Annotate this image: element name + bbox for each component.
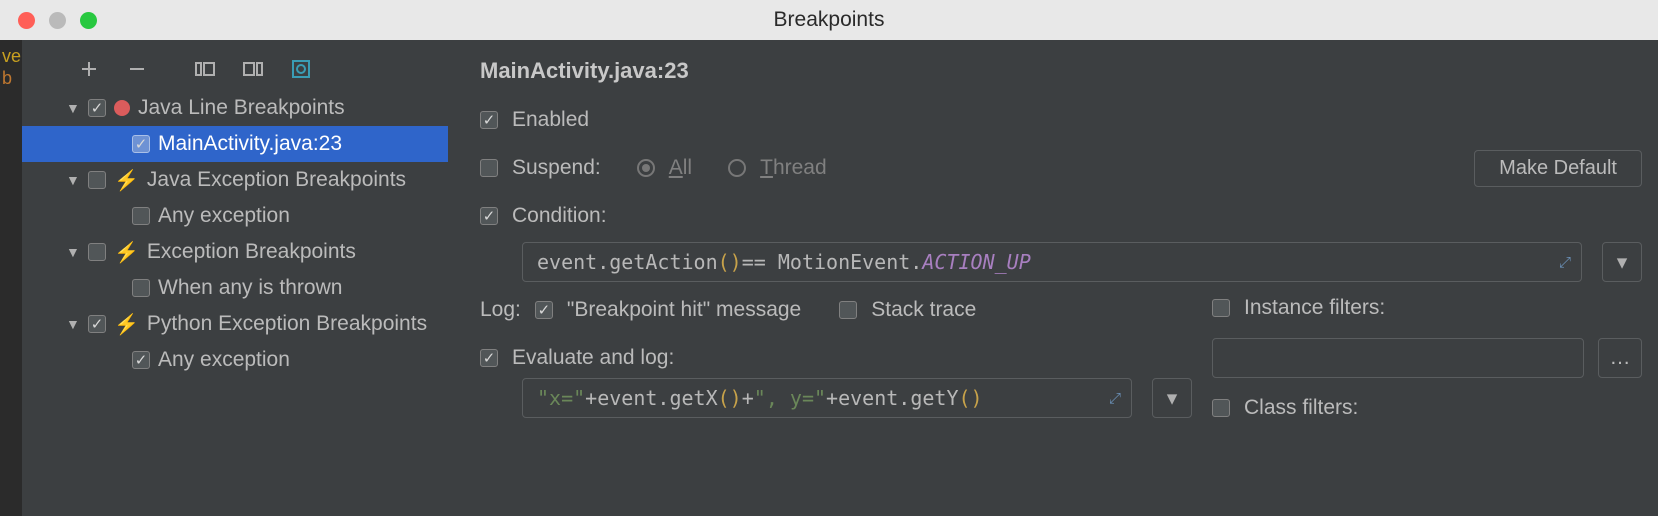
- tree-group-label: Java Line Breakpoints: [138, 96, 345, 120]
- add-icon[interactable]: [78, 58, 100, 80]
- stack-trace-checkbox[interactable]: [839, 301, 857, 319]
- suspend-checkbox[interactable]: [480, 159, 498, 177]
- suspend-label: Suspend:: [512, 156, 601, 180]
- breakpoint-dot-icon: [114, 100, 130, 116]
- suspend-thread-label: Thread: [760, 156, 827, 180]
- chevron-down-icon[interactable]: ▼: [66, 316, 80, 332]
- condition-block: Condition: event.getAction() == MotionEv…: [480, 196, 1642, 282]
- exception-icon: ⚡: [114, 168, 139, 193]
- zoom-icon[interactable]: [80, 12, 97, 29]
- suspend-thread-radio[interactable]: [728, 159, 746, 177]
- suspend-all-radio[interactable]: [637, 159, 655, 177]
- instance-filters-label: Instance filters:: [1244, 296, 1385, 320]
- tree-item-label: MainActivity.java:23: [158, 132, 342, 156]
- checkbox[interactable]: [88, 315, 106, 333]
- history-dropdown[interactable]: ▾: [1602, 242, 1642, 282]
- bp-hit-checkbox[interactable]: [535, 301, 553, 319]
- window-body: ve b: [0, 40, 1658, 516]
- checkbox[interactable]: [132, 279, 150, 297]
- tree-item[interactable]: Any exception: [22, 342, 448, 378]
- class-filters-checkbox[interactable]: [1212, 399, 1230, 417]
- tree-group[interactable]: ▼ ⚡ Java Exception Breakpoints: [22, 162, 448, 198]
- chevron-down-icon[interactable]: ▼: [66, 100, 80, 116]
- checkbox[interactable]: [132, 351, 150, 369]
- suspend-row: Suspend: All Thread Make Default: [480, 148, 1642, 188]
- chevron-down-icon[interactable]: ▼: [66, 244, 80, 260]
- remove-icon[interactable]: [126, 58, 148, 80]
- evaluate-block: Evaluate and log: "x="+event.getX()+", y…: [480, 338, 1192, 418]
- condition-checkbox[interactable]: [480, 207, 498, 225]
- instance-filters-input[interactable]: [1212, 338, 1584, 378]
- breakpoint-details: MainActivity.java:23 Enabled Suspend: Al…: [448, 40, 1658, 516]
- checkbox[interactable]: [132, 135, 150, 153]
- group-by-type-icon[interactable]: [194, 58, 216, 80]
- log-label: Log:: [480, 298, 521, 322]
- enabled-label: Enabled: [512, 108, 589, 132]
- tree-group[interactable]: ▼ ⚡ Python Exception Breakpoints: [22, 306, 448, 342]
- tree-item-selected[interactable]: MainActivity.java:23: [22, 126, 448, 162]
- tree-group-label: Exception Breakpoints: [147, 240, 356, 264]
- breakpoints-tree[interactable]: ▼ Java Line Breakpoints MainActivity.jav…: [22, 90, 448, 378]
- filters-column: Instance filters: … Class filters:: [1212, 290, 1642, 426]
- breakpoints-window: Breakpoints ve b: [0, 0, 1658, 516]
- make-default-button[interactable]: Make Default: [1474, 150, 1642, 187]
- exception-icon: ⚡: [114, 240, 139, 265]
- tree-group[interactable]: ▼ ⚡ Exception Breakpoints: [22, 234, 448, 270]
- condition-label: Condition:: [512, 204, 607, 228]
- stack-trace-label: Stack trace: [871, 298, 976, 322]
- checkbox[interactable]: [88, 99, 106, 117]
- tree-item[interactable]: When any is thrown: [22, 270, 448, 306]
- instance-filters-browse[interactable]: …: [1598, 338, 1642, 378]
- close-icon[interactable]: [18, 12, 35, 29]
- tree-item-label: Any exception: [158, 348, 290, 372]
- checkbox[interactable]: [132, 207, 150, 225]
- tree-item-label: Any exception: [158, 204, 290, 228]
- lower-options: Log: "Breakpoint hit" message Stack trac…: [480, 290, 1642, 426]
- breakpoints-sidebar: ▼ Java Line Breakpoints MainActivity.jav…: [22, 40, 448, 516]
- log-row: Log: "Breakpoint hit" message Stack trac…: [480, 290, 1192, 330]
- details-title: MainActivity.java:23: [480, 58, 1642, 84]
- expand-icon[interactable]: ⤢: [1559, 253, 1571, 271]
- evaluate-checkbox[interactable]: [480, 349, 498, 367]
- tree-group[interactable]: ▼ Java Line Breakpoints: [22, 90, 448, 126]
- window-controls: [18, 12, 97, 29]
- tree-group-label: Java Exception Breakpoints: [147, 168, 406, 192]
- evaluate-label: Evaluate and log:: [512, 346, 674, 370]
- tree-item-label: When any is thrown: [158, 276, 342, 300]
- checkbox[interactable]: [88, 243, 106, 261]
- enabled-checkbox[interactable]: [480, 111, 498, 129]
- class-filters-label: Class filters:: [1244, 396, 1358, 420]
- tree-group-label: Python Exception Breakpoints: [147, 312, 427, 336]
- exception-icon: ⚡: [114, 312, 139, 337]
- minimize-icon[interactable]: [49, 12, 66, 29]
- tree-item[interactable]: Any exception: [22, 198, 448, 234]
- chevron-down-icon[interactable]: ▼: [66, 172, 80, 188]
- enabled-row: Enabled: [480, 100, 1642, 140]
- window-title: Breakpoints: [774, 8, 885, 32]
- sidebar-toolbar: [22, 58, 448, 90]
- suspend-all-label: All: [669, 156, 692, 180]
- history-dropdown[interactable]: ▾: [1152, 378, 1192, 418]
- condition-input[interactable]: event.getAction() == MotionEvent.ACTION_…: [522, 242, 1582, 282]
- instance-filters-checkbox[interactable]: [1212, 299, 1230, 317]
- evaluate-input[interactable]: "x="+event.getX()+", y="+event.getY() ⤢: [522, 378, 1132, 418]
- toggle-icon[interactable]: [290, 58, 312, 80]
- expand-icon[interactable]: ⤢: [1109, 389, 1121, 407]
- titlebar[interactable]: Breakpoints: [0, 0, 1658, 40]
- editor-gutter: ve b: [0, 40, 22, 516]
- group-by-file-icon[interactable]: [242, 58, 264, 80]
- bp-hit-label: "Breakpoint hit" message: [567, 298, 801, 322]
- checkbox[interactable]: [88, 171, 106, 189]
